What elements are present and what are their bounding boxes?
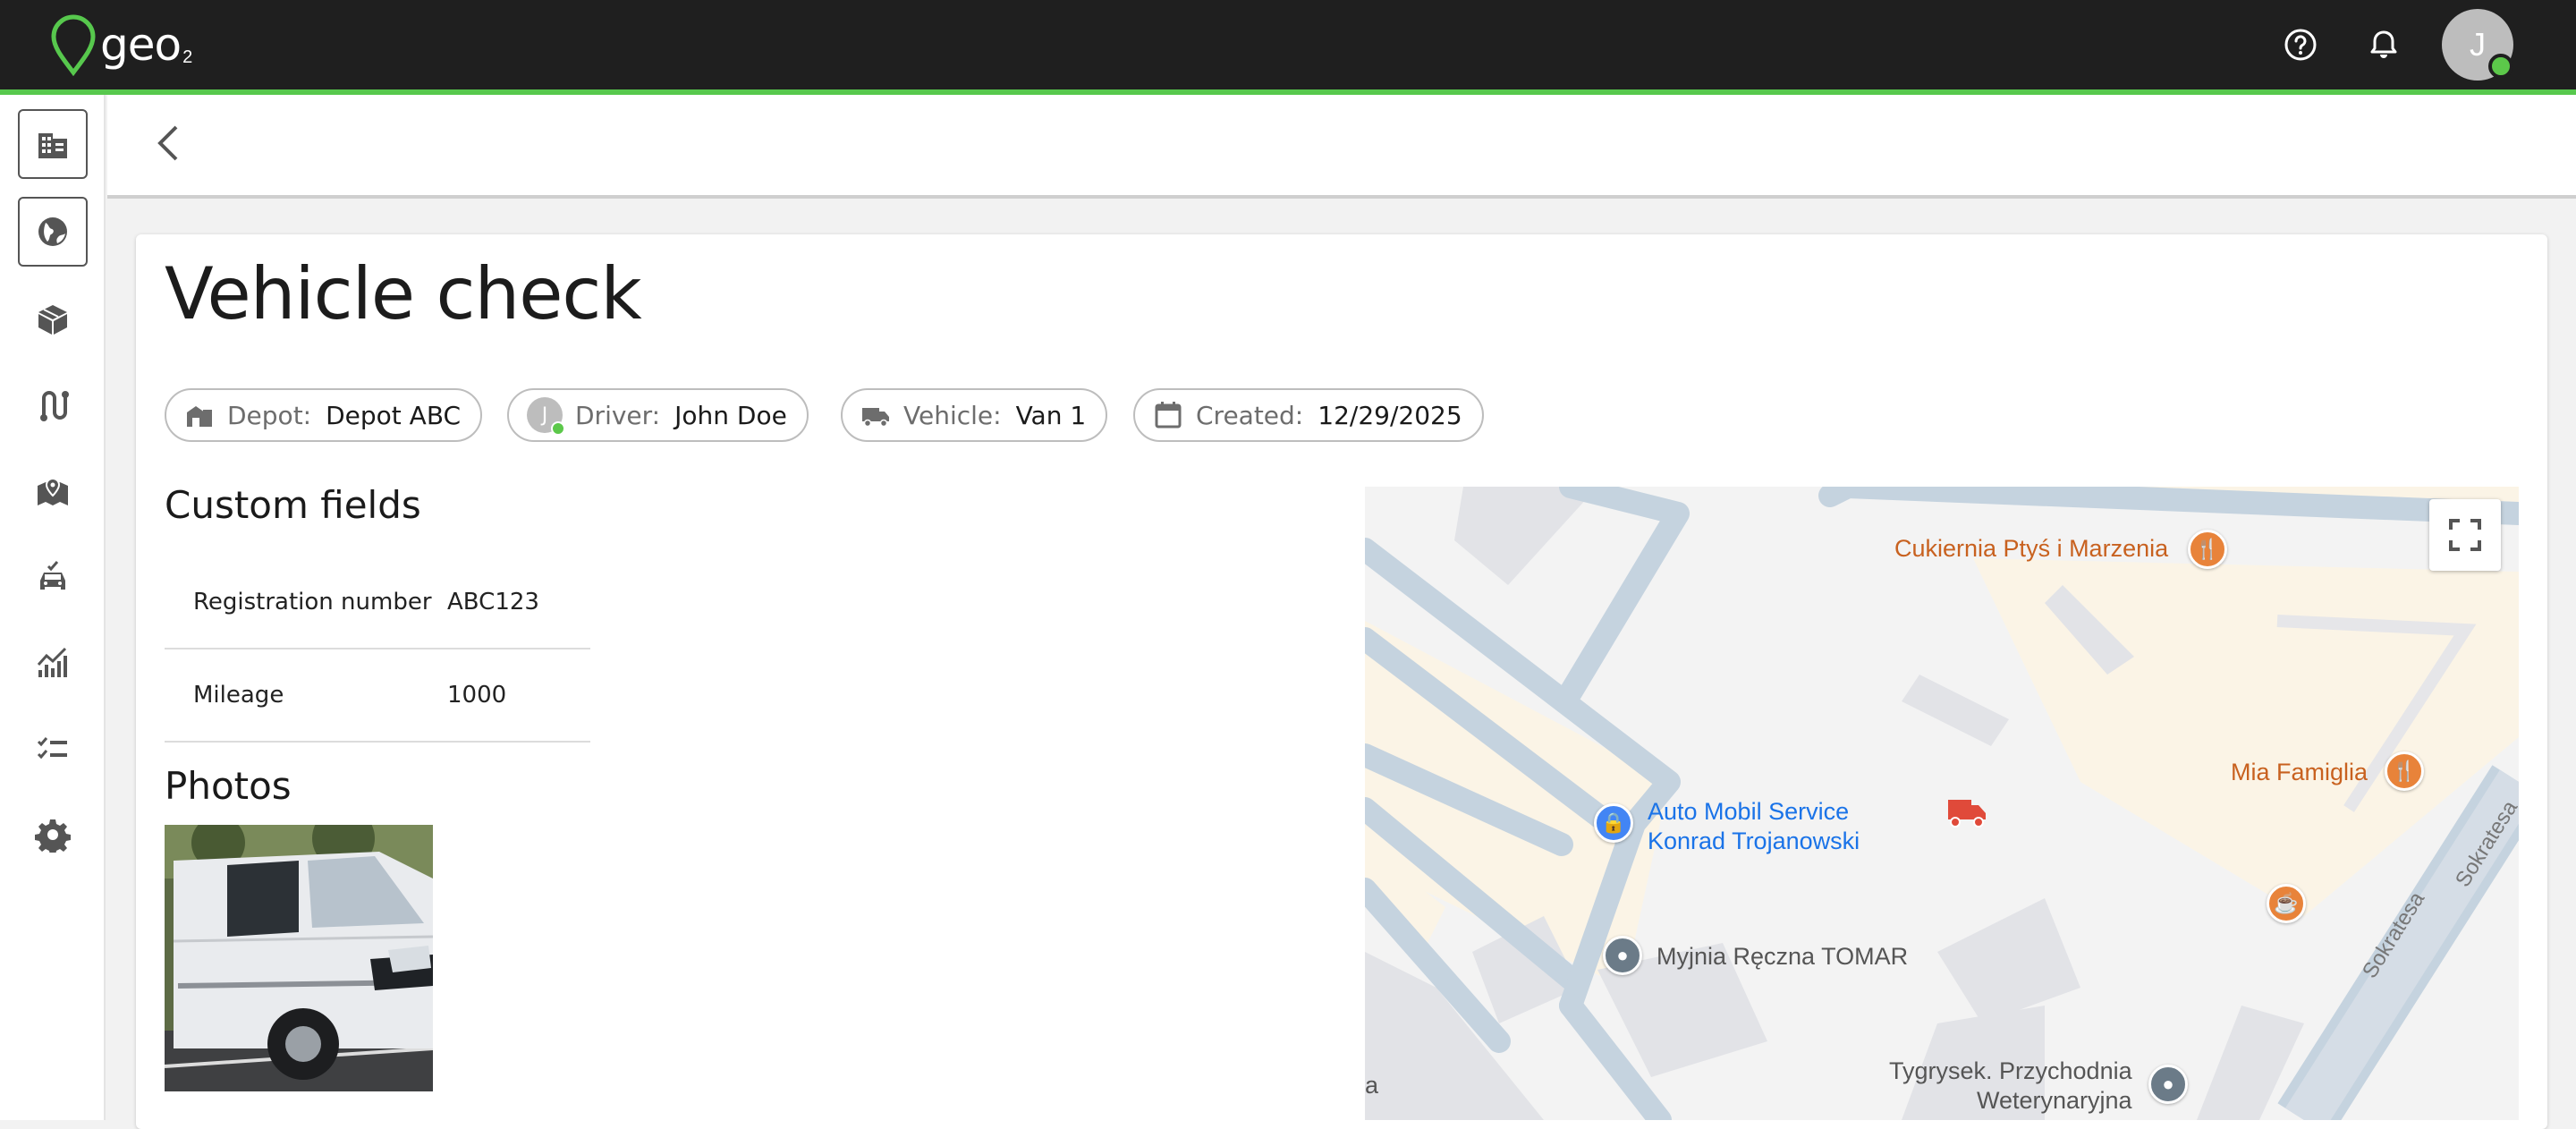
vehicle-label: Vehicle:	[903, 400, 1002, 430]
app-logo[interactable]: geo 2	[50, 13, 192, 77]
map-canvas	[1365, 487, 2519, 1120]
chart-icon	[37, 647, 67, 677]
driver-value: John Doe	[674, 400, 787, 430]
sidebar-item-tasks[interactable]	[18, 714, 88, 784]
map-label-poi[interactable]: Tygrysek. Przychodnia	[1889, 1057, 2132, 1085]
online-status-dot	[2488, 54, 2513, 79]
sidebar-item-packages[interactable]	[18, 284, 88, 354]
table-row: Registration number ABC123	[165, 556, 590, 649]
depot-label: Depot:	[227, 400, 312, 430]
custom-fields-title: Custom fields	[165, 483, 421, 527]
back-button[interactable]	[143, 116, 193, 170]
page-title: Vehicle check	[165, 252, 642, 335]
sidebar-item-analytics[interactable]	[18, 628, 88, 698]
field-key: Mileage	[165, 649, 447, 743]
logo-sub: 2	[182, 47, 193, 67]
driver-chip[interactable]: J Driver: John Doe	[507, 388, 809, 442]
field-key: Registration number	[165, 556, 447, 649]
sidebar-item-routes[interactable]	[18, 370, 88, 440]
user-avatar[interactable]: J	[2442, 9, 2513, 81]
created-value: 12/29/2025	[1318, 400, 1462, 430]
checklist-icon	[37, 737, 67, 760]
driver-label: Driver:	[575, 400, 661, 430]
vehicle-photo[interactable]	[165, 825, 433, 1091]
driver-online-dot	[551, 421, 565, 436]
depot-chip[interactable]: Depot: Depot ABC	[165, 388, 483, 442]
field-value: ABC123	[447, 556, 590, 649]
map-label-poi[interactable]: Weterynaryjna	[1977, 1087, 2132, 1115]
map-view[interactable]: Cukiernia Ptyś i Marzenia 🍴 Mia Famiglia…	[1365, 487, 2519, 1120]
truck-icon	[862, 408, 889, 428]
restaurant-pin-icon[interactable]: 🍴	[2188, 530, 2227, 569]
location-pin-icon[interactable]: ●	[2148, 1065, 2188, 1104]
help-icon[interactable]	[2281, 25, 2320, 64]
logo-pin-icon	[51, 14, 96, 76]
building-icon	[38, 133, 67, 158]
driver-avatar: J	[527, 397, 565, 436]
map-pin-icon	[38, 477, 68, 505]
sidebar-item-vehicles[interactable]	[18, 542, 88, 612]
chevron-left-icon	[157, 125, 178, 161]
map-label-poi[interactable]: Konrad Trojanowski	[1648, 828, 1860, 855]
sub-header	[107, 95, 2576, 199]
cafe-pin-icon[interactable]: ☕	[2267, 884, 2306, 923]
map-label-poi[interactable]: Myjnia Ręczna TOMAR	[1657, 943, 1908, 971]
user-initial: J	[2470, 26, 2486, 63]
driver-initial: J	[541, 403, 548, 427]
depot-value: Depot ABC	[326, 400, 462, 430]
vehicle-check-icon	[40, 561, 65, 590]
service-pin-icon[interactable]: 🔒	[1594, 803, 1633, 843]
route-icon	[40, 391, 69, 421]
map-edge-label: a	[1365, 1072, 1379, 1099]
bell-icon[interactable]	[2364, 25, 2403, 64]
restaurant-pin-icon[interactable]: 🍴	[2385, 751, 2424, 791]
vehicle-value: Van 1	[1015, 400, 1087, 430]
vehicle-marker-icon[interactable]	[1946, 796, 1987, 828]
depot-icon	[187, 406, 212, 427]
top-bar	[0, 0, 2576, 89]
boxes-icon	[38, 305, 67, 335]
map-label-poi[interactable]: Mia Famiglia	[2231, 759, 2368, 786]
table-row: Mileage 1000	[165, 649, 590, 743]
photos-title: Photos	[165, 764, 292, 808]
created-chip[interactable]: Created: 12/29/2025	[1133, 388, 1484, 442]
sidebar-item-zones[interactable]	[18, 456, 88, 526]
fullscreen-icon	[2449, 519, 2481, 551]
custom-fields-table: Registration number ABC123 Mileage 1000	[165, 556, 590, 743]
field-value: 1000	[447, 649, 590, 743]
map-label-poi[interactable]: Cukiernia Ptyś i Marzenia	[1894, 535, 2168, 563]
fullscreen-button[interactable]	[2429, 499, 2501, 571]
logo-text: geo	[100, 19, 182, 71]
location-pin-icon[interactable]: ●	[1603, 936, 1642, 975]
sidebar-item-settings[interactable]	[18, 800, 88, 870]
vehicle-chip[interactable]: Vehicle: Van 1	[841, 388, 1108, 442]
van-photo-image	[165, 825, 433, 1091]
sidebar-item-map[interactable]	[18, 197, 88, 267]
gear-icon	[35, 819, 71, 853]
map-label-poi[interactable]: Auto Mobil Service	[1648, 798, 1849, 826]
sidebar-item-organization[interactable]	[18, 109, 88, 179]
calendar-icon	[1155, 402, 1182, 429]
globe-icon	[38, 217, 67, 246]
sidebar	[0, 95, 106, 1120]
created-label: Created:	[1196, 400, 1304, 430]
